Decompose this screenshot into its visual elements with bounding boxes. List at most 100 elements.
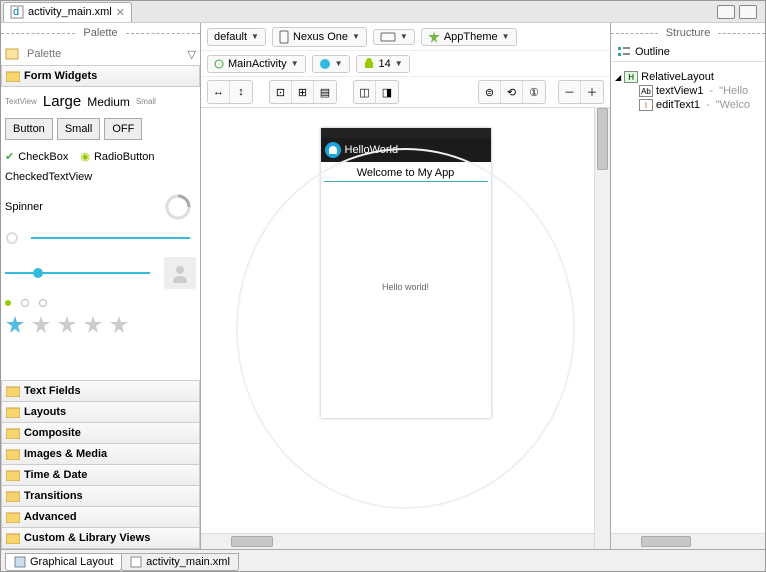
drawer-layouts[interactable]: Layouts bbox=[1, 401, 200, 423]
widget-checkedtextview[interactable]: CheckedTextView bbox=[5, 171, 92, 183]
file-tab-activity-main[interactable]: d activity_main.xml ✕ bbox=[3, 2, 132, 22]
activity-icon bbox=[214, 59, 224, 69]
folder-icon bbox=[6, 512, 20, 523]
layout-icon: H bbox=[624, 71, 638, 83]
dropdown-icon[interactable]: ▽ bbox=[188, 48, 196, 61]
widget-spinner[interactable]: Spinner bbox=[5, 201, 43, 213]
drawer-custom-library[interactable]: Custom & Library Views bbox=[1, 527, 200, 549]
android-icon bbox=[363, 58, 375, 70]
show-layout-button[interactable]: ⊞ bbox=[292, 81, 314, 103]
drawer-images-media[interactable]: Images & Media bbox=[1, 443, 200, 465]
widget-seekbar-1[interactable] bbox=[31, 237, 190, 239]
progress-circle-icon[interactable] bbox=[164, 193, 192, 221]
zoom-out-button[interactable]: － bbox=[559, 81, 581, 103]
palette-icon bbox=[5, 47, 19, 61]
config-device-dropdown[interactable]: Nexus One▼ bbox=[272, 27, 367, 47]
widget-button[interactable]: Button bbox=[5, 118, 53, 140]
device-preview[interactable]: HelloWorld Welcome to My App Hello world… bbox=[321, 128, 491, 418]
drawer-time-date[interactable]: Time & Date bbox=[1, 464, 200, 486]
config-api-dropdown[interactable]: 14▼ bbox=[356, 55, 410, 73]
config-default-dropdown[interactable]: default▼ bbox=[207, 28, 266, 46]
progress-small-icon[interactable] bbox=[5, 231, 19, 245]
widget-checkbox[interactable]: ✔CheckBox bbox=[5, 150, 68, 163]
toggle-fill-width-button[interactable]: ↔ bbox=[208, 81, 230, 103]
star-icon bbox=[428, 31, 440, 43]
widget-text-small[interactable]: Small bbox=[136, 97, 156, 106]
drawer-text-fields[interactable]: Text Fields bbox=[1, 380, 200, 402]
horizontal-scrollbar[interactable] bbox=[201, 533, 594, 549]
widget-seekbar-2[interactable] bbox=[5, 268, 150, 278]
palette-form-widgets-content: TextView Large Medium Small Button Small… bbox=[1, 87, 200, 381]
xml-tab-icon bbox=[130, 556, 142, 568]
editor-viewport[interactable]: HelloWorld Welcome to My App Hello world… bbox=[201, 107, 610, 549]
drawer-advanced[interactable]: Advanced bbox=[1, 506, 200, 528]
folder-icon bbox=[6, 71, 20, 82]
widget-quickcontact[interactable] bbox=[164, 257, 196, 289]
preview-textview[interactable]: Hello world! bbox=[324, 282, 488, 292]
xml-file-icon: d bbox=[10, 5, 24, 19]
folder-icon bbox=[6, 386, 20, 397]
drawer-composite[interactable]: Composite bbox=[1, 422, 200, 444]
widget-text-medium[interactable]: Medium bbox=[87, 95, 130, 109]
widget-radiobutton[interactable]: ◉RadioButton bbox=[80, 150, 154, 163]
show-constraints-button[interactable]: ⊡ bbox=[270, 81, 292, 103]
config-locale-dropdown[interactable]: ▼ bbox=[312, 55, 350, 73]
preview-edittext[interactable]: Welcome to My App bbox=[324, 165, 488, 182]
config-theme-dropdown[interactable]: AppTheme▼ bbox=[421, 28, 517, 46]
svg-text:d: d bbox=[13, 6, 19, 18]
minimize-icon[interactable] bbox=[717, 5, 735, 19]
folder-icon bbox=[6, 470, 20, 481]
folder-icon bbox=[6, 533, 20, 544]
zoom-in-button[interactable]: ＋ bbox=[581, 81, 603, 103]
widget-togglebutton[interactable]: OFF bbox=[104, 118, 142, 140]
tree-textview1[interactable]: Ab textView1 - "Hello bbox=[639, 84, 761, 98]
config-activity-dropdown[interactable]: MainActivity▼ bbox=[207, 55, 306, 73]
outline-tree: ◢ H RelativeLayout Ab textView1 - "Hello… bbox=[611, 62, 765, 533]
tab-graphical-layout[interactable]: Graphical Layout bbox=[5, 553, 122, 571]
close-icon[interactable]: ✕ bbox=[116, 6, 125, 19]
folder-icon bbox=[6, 491, 20, 502]
structure-header: Structure bbox=[611, 23, 765, 43]
zoom-fit-button[interactable]: ⊜ bbox=[479, 81, 501, 103]
clip-button[interactable]: ◨ bbox=[376, 81, 398, 103]
toggle-fill-height-button[interactable]: ↕ bbox=[230, 81, 252, 103]
tree-edittext1[interactable]: I editText1 - "Welco bbox=[639, 98, 761, 112]
radio-off-icon-2[interactable] bbox=[39, 299, 47, 307]
widget-ratingbar[interactable] bbox=[5, 313, 196, 337]
palette-search-input[interactable] bbox=[23, 45, 184, 63]
layout-tab-icon bbox=[14, 556, 26, 568]
maximize-icon[interactable] bbox=[739, 5, 757, 19]
config-orientation-dropdown[interactable]: ▼ bbox=[373, 29, 415, 45]
outline-icon bbox=[617, 45, 631, 59]
phone-icon bbox=[279, 30, 289, 44]
folder-icon bbox=[6, 428, 20, 439]
canvas-area: default▼ Nexus One▼ ▼ AppTheme▼ MainActi… bbox=[201, 23, 610, 549]
zoom-100-button[interactable]: ① bbox=[523, 81, 545, 103]
widget-small-button[interactable]: Small bbox=[57, 118, 101, 140]
expand-icon[interactable]: ◢ bbox=[615, 73, 621, 82]
folder-icon bbox=[6, 449, 20, 460]
drawer-form-widgets[interactable]: Form Widgets bbox=[1, 65, 200, 87]
landscape-icon bbox=[380, 32, 396, 42]
emulate-size-button[interactable]: ◫ bbox=[354, 81, 376, 103]
layout-toolbar: ↔ ↕ ⊡ ⊞ ▤ ◫ ◨ ⊜ ⟲ ① － ＋ bbox=[201, 77, 610, 107]
structure-button[interactable]: ▤ bbox=[314, 81, 336, 103]
radio-off-icon[interactable] bbox=[21, 299, 29, 307]
textview-icon: Ab bbox=[639, 85, 653, 97]
config-bar: default▼ Nexus One▼ ▼ AppTheme▼ bbox=[201, 23, 610, 51]
outline-tab[interactable]: Outline bbox=[611, 43, 765, 62]
tab-xml-source[interactable]: activity_main.xml bbox=[121, 553, 239, 571]
widget-text-large[interactable]: Large bbox=[43, 93, 81, 110]
radio-on-icon[interactable] bbox=[5, 300, 11, 306]
outline-h-scrollbar[interactable] bbox=[611, 533, 765, 549]
tree-relativelayout[interactable]: ◢ H RelativeLayout bbox=[615, 70, 761, 84]
widget-textview-tiny[interactable]: TextView bbox=[5, 97, 37, 106]
device-statusbar bbox=[321, 128, 491, 138]
vertical-scrollbar[interactable] bbox=[594, 108, 610, 549]
drawer-transitions[interactable]: Transitions bbox=[1, 485, 200, 507]
zoom-reset-button[interactable]: ⟲ bbox=[501, 81, 523, 103]
device-titlebar: HelloWorld bbox=[321, 138, 491, 162]
outline-panel: Structure Outline ◢ H RelativeLayout Ab … bbox=[610, 23, 765, 549]
palette-panel: Palette ▽ Form Widgets TextView Large Me… bbox=[1, 23, 201, 549]
file-tab-label: activity_main.xml bbox=[28, 6, 112, 18]
